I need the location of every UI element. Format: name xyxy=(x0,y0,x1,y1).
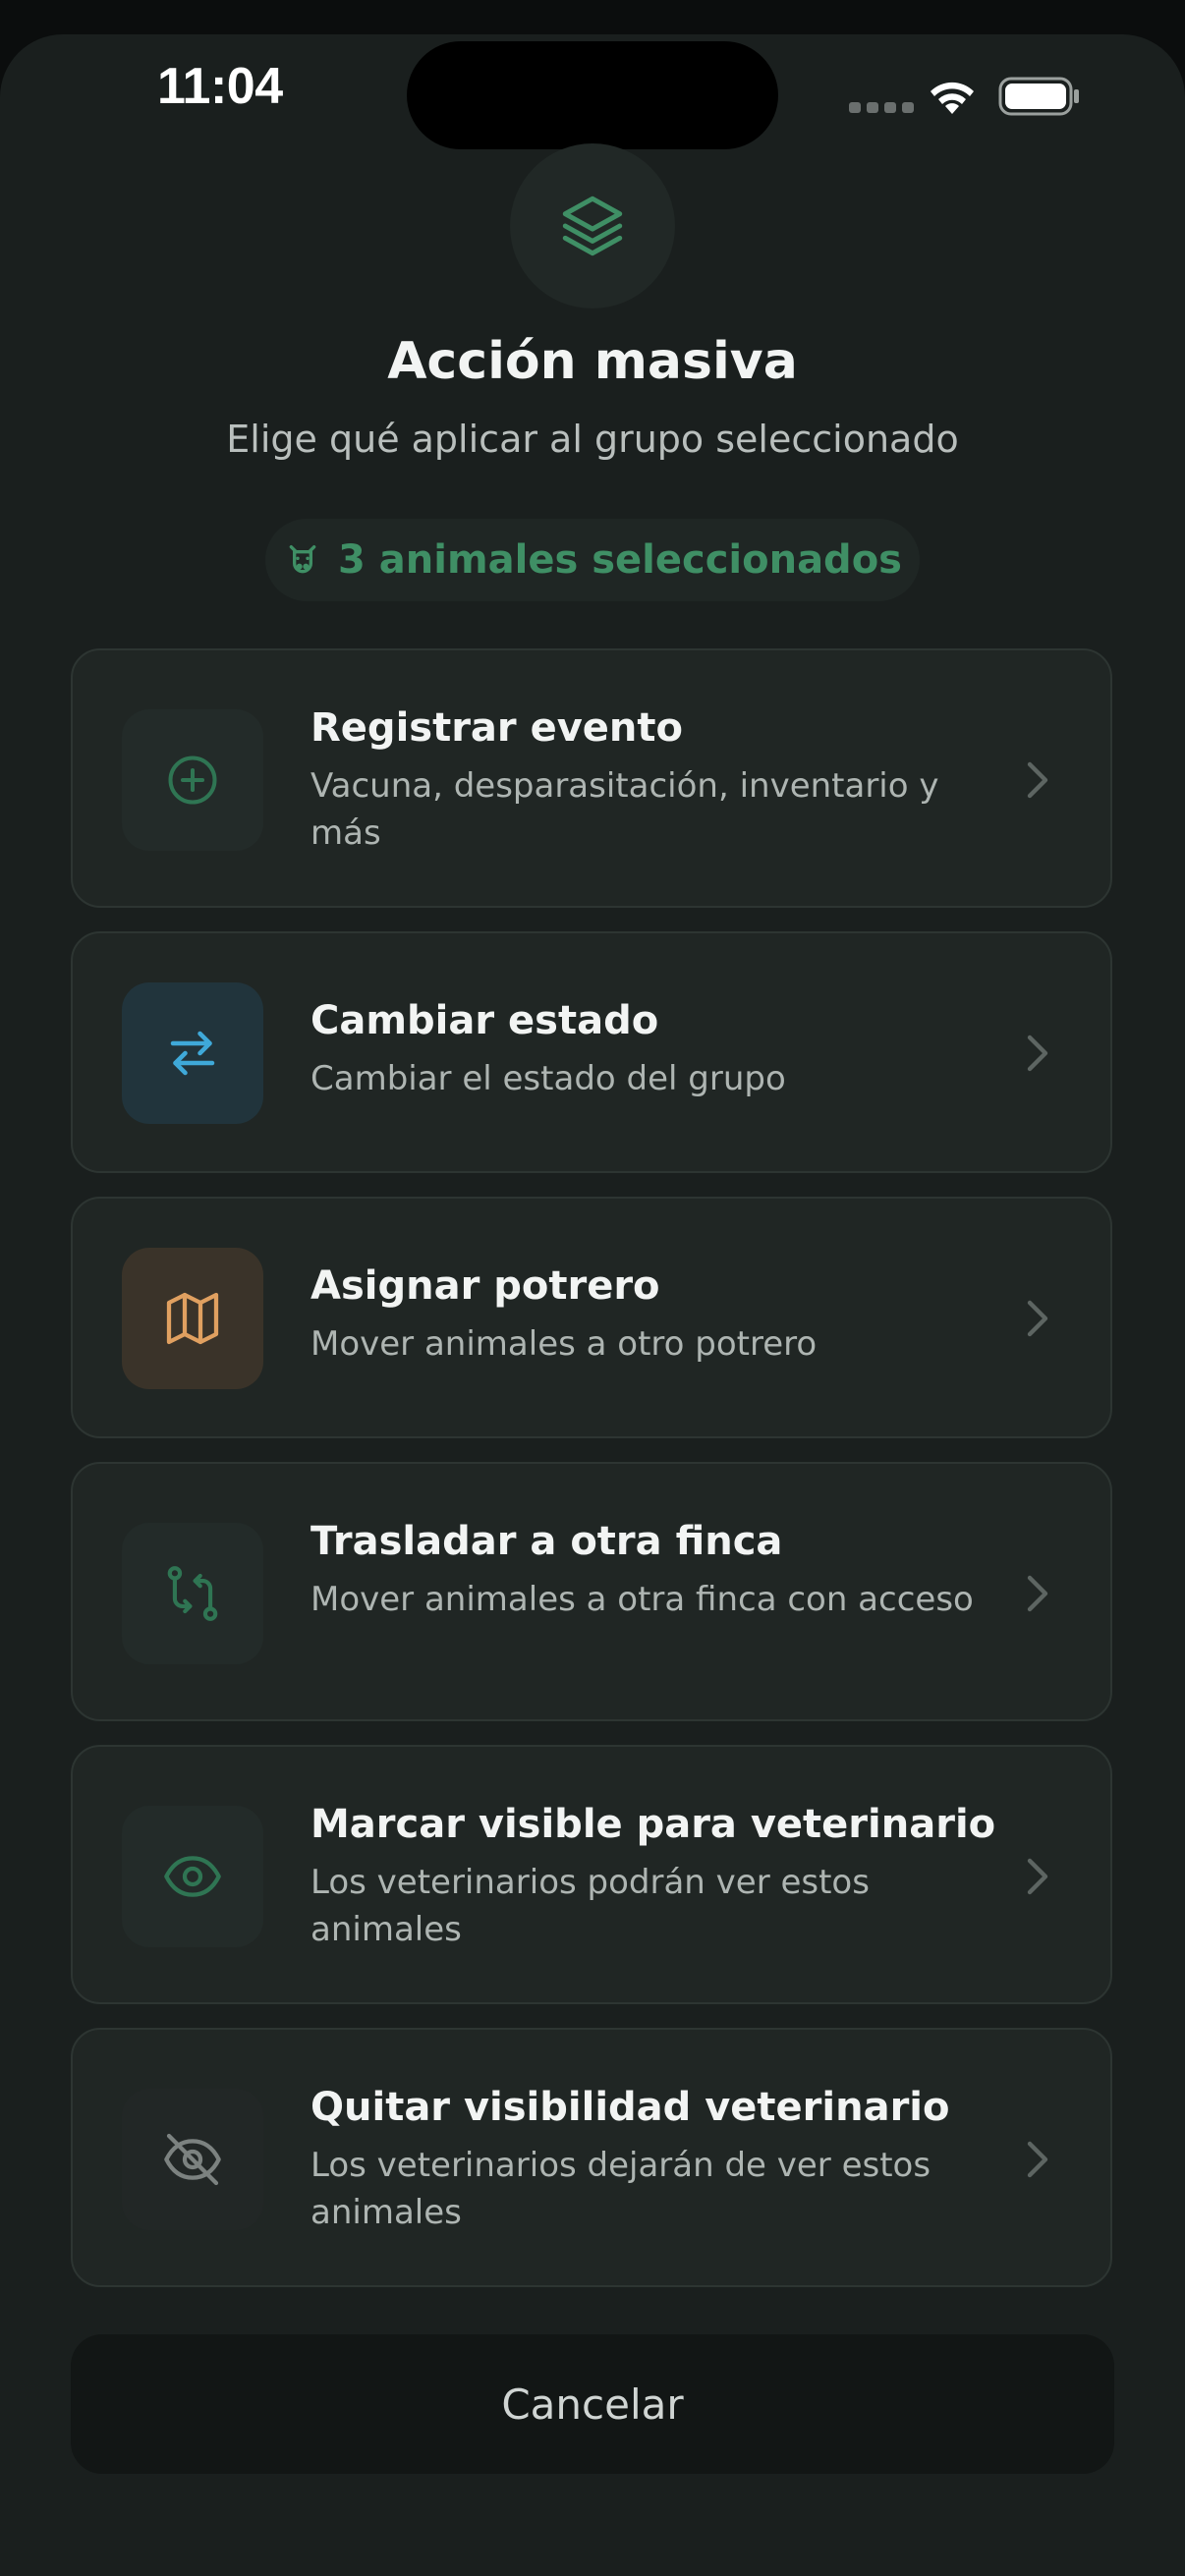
page-title: Acción masiva xyxy=(387,332,798,391)
action-icon-tile xyxy=(122,982,263,1124)
dynamic-island xyxy=(407,41,778,149)
selection-badge: 3 animales seleccionados xyxy=(265,519,920,601)
page-subtitle: Elige qué aplicar al grupo seleccionado xyxy=(226,418,959,461)
action-assign-paddock[interactable]: Asignar potrero Mover animales a otro po… xyxy=(71,1197,1112,1438)
swap-arrows-icon xyxy=(170,1031,215,1076)
chevron-right-icon xyxy=(1027,1300,1048,1337)
action-mark-visible-vet[interactable]: Marcar visible para veterinario Los vete… xyxy=(71,1745,1112,2004)
status-time: 11:04 xyxy=(157,58,283,115)
action-description: Cambiar el estado del grupo xyxy=(310,1059,786,1098)
action-transfer-farm[interactable]: Trasladar a otra finca Mover animales a … xyxy=(71,1462,1112,1721)
eye-icon xyxy=(164,1856,221,1897)
cow-icon xyxy=(289,545,316,574)
action-label: Marcar visible para veterinario xyxy=(310,1802,996,1847)
layers-icon xyxy=(510,143,675,308)
action-change-status[interactable]: Cambiar estado Cambiar el estado del gru… xyxy=(71,931,1112,1173)
action-icon-tile xyxy=(122,1806,263,1947)
chevron-right-icon xyxy=(1027,2141,1048,2178)
action-label: Registrar evento xyxy=(310,705,683,751)
cancel-button[interactable]: Cancelar xyxy=(71,2334,1114,2474)
cellular-signal-icon xyxy=(849,102,914,113)
battery-icon xyxy=(998,77,1079,116)
transfer-icon xyxy=(167,1566,218,1621)
chevron-right-icon xyxy=(1027,1035,1048,1072)
plus-circle-icon xyxy=(168,756,217,805)
eye-off-icon xyxy=(164,2133,221,2186)
action-label: Quitar visibilidad veterinario xyxy=(310,2085,950,2130)
chevron-right-icon xyxy=(1027,1858,1048,1895)
action-icon-tile xyxy=(122,1523,263,1664)
action-label: Asignar potrero xyxy=(310,1263,660,1309)
action-description: Vacuna, desparasitación, inventario y má… xyxy=(310,766,939,853)
action-remove-visibility-vet[interactable]: Quitar visibilidad veterinario Los veter… xyxy=(71,2028,1112,2287)
selection-count-text: 3 animales seleccionados xyxy=(338,537,902,583)
wifi-icon xyxy=(931,82,974,114)
action-register-event[interactable]: Registrar evento Vacuna, desparasitación… xyxy=(71,648,1112,908)
action-label: Trasladar a otra finca xyxy=(310,1519,783,1564)
cancel-button-label: Cancelar xyxy=(501,2380,684,2429)
action-description: Los veterinarios podrán ver estos animal… xyxy=(310,1863,870,1949)
map-icon xyxy=(166,1292,219,1345)
action-icon-tile xyxy=(122,1248,263,1389)
action-description: Mover animales a otro potrero xyxy=(310,1324,818,1364)
action-description: Mover animales a otra finca con acceso xyxy=(310,1580,974,1619)
chevron-right-icon xyxy=(1027,1575,1048,1612)
chevron-right-icon xyxy=(1027,761,1048,799)
action-label: Cambiar estado xyxy=(310,998,659,1043)
action-icon-tile xyxy=(122,709,263,851)
action-icon-tile xyxy=(122,2089,263,2230)
action-description: Los veterinarios dejarán de ver estos an… xyxy=(310,2146,931,2232)
